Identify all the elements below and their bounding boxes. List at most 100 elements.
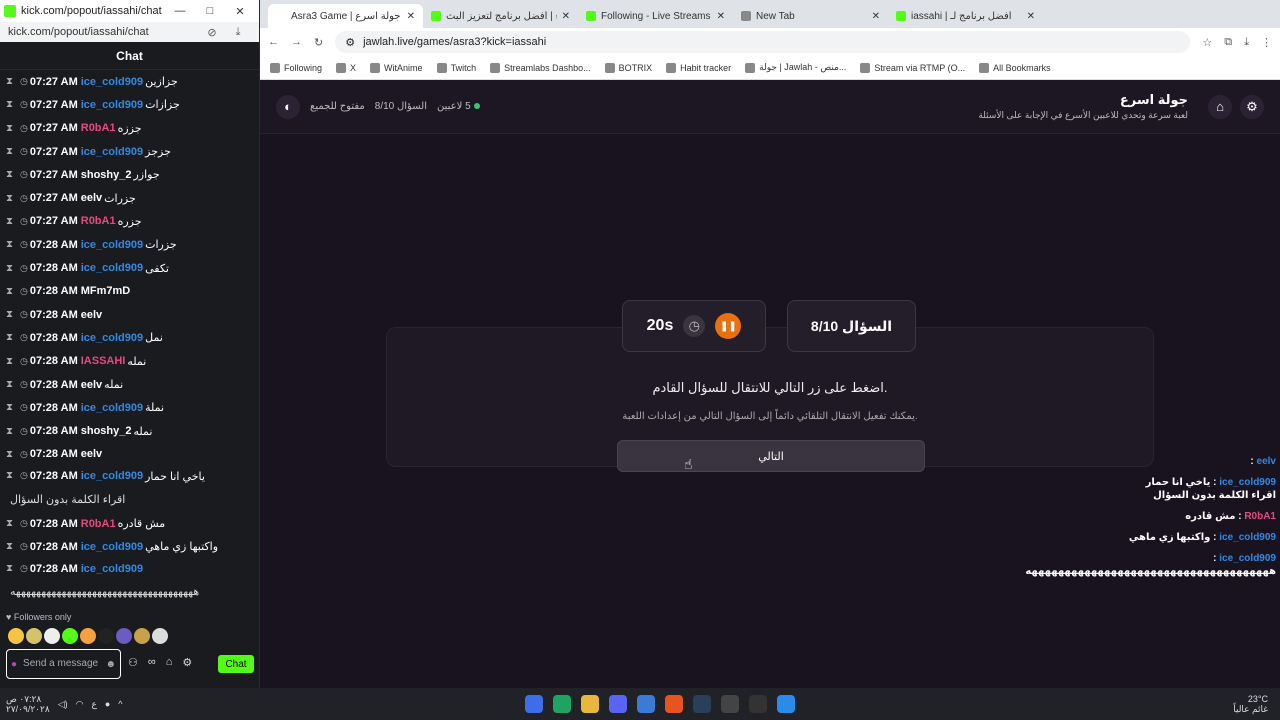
bookmark-item[interactable]: X <box>336 62 356 73</box>
maximize-button[interactable]: □ <box>195 5 225 17</box>
emote-4[interactable] <box>62 628 78 644</box>
people-icon[interactable]: ⚇ <box>128 656 138 669</box>
wifi-icon[interactable]: ◠ <box>76 699 84 710</box>
pin-icon[interactable]: ⧗ <box>6 239 20 250</box>
folder-icon[interactable] <box>581 695 599 713</box>
language-icon[interactable]: ع <box>91 699 96 710</box>
emote-3[interactable] <box>44 628 60 644</box>
pin-icon[interactable]: ⧗ <box>6 332 20 343</box>
infinity-icon[interactable]: ∞ <box>148 656 156 669</box>
bookmark-item[interactable]: All Bookmarks <box>979 62 1051 73</box>
emote-5[interactable] <box>80 628 96 644</box>
pin-icon[interactable]: ⧗ <box>6 402 20 413</box>
message-username[interactable]: IASSAHI <box>81 355 126 367</box>
chat-send-button[interactable]: Chat <box>218 655 254 673</box>
store-icon[interactable]: ⌂ <box>166 656 173 669</box>
message-username[interactable]: eelv <box>81 379 102 391</box>
pin-icon[interactable]: ⧗ <box>6 379 20 390</box>
tab-close-icon[interactable]: ✕ <box>562 11 570 22</box>
app-icon-1[interactable] <box>525 695 543 713</box>
menu-icon[interactable]: ⋮ <box>1261 36 1272 49</box>
pin-icon[interactable]: ⧗ <box>6 123 20 134</box>
steam-icon[interactable] <box>693 695 711 713</box>
next-button[interactable]: التالي <box>617 440 925 472</box>
bookmark-star-icon[interactable]: ☆ <box>1202 36 1212 49</box>
bookmark-item[interactable]: Streamlabs Dashbo... <box>490 62 591 73</box>
tab-close-icon[interactable]: ✕ <box>872 11 880 22</box>
emote-1[interactable] <box>8 628 24 644</box>
pin-icon[interactable]: ⧗ <box>6 169 20 180</box>
chat-input[interactable]: ● Send a message ☻ <box>6 649 121 679</box>
message-username[interactable]: ice_cold909 <box>81 239 143 251</box>
pin-icon[interactable]: ⧗ <box>6 563 20 574</box>
discord-icon[interactable] <box>609 695 627 713</box>
settings-icon[interactable]: ⚙ <box>182 656 192 669</box>
chevron-up-icon[interactable]: ^ <box>118 699 122 709</box>
bookmark-item[interactable]: WitAnime <box>370 62 423 73</box>
minimize-button[interactable]: — <box>165 5 195 17</box>
pin-icon[interactable]: ⧗ <box>6 356 20 367</box>
pin-icon[interactable]: ⧗ <box>6 193 20 204</box>
emote-7[interactable] <box>116 628 132 644</box>
forward-icon[interactable]: → <box>291 36 302 48</box>
app-icon-5[interactable] <box>637 695 655 713</box>
volume-icon[interactable]: ◁) <box>58 699 68 710</box>
message-username[interactable]: R0bA1 <box>81 215 116 227</box>
emoji-icon[interactable]: ☻ <box>105 659 116 670</box>
message-username[interactable]: shoshy_2 <box>81 425 132 437</box>
start-icon[interactable] <box>777 695 795 713</box>
browser-tab[interactable]: iassahi | أفضل برنامج لـ ✕ <box>888 4 1043 28</box>
emote-8[interactable] <box>134 628 150 644</box>
bookmark-item[interactable]: Stream via RTMP (O... <box>860 62 965 73</box>
close-button[interactable]: ✕ <box>225 5 255 18</box>
pin-icon[interactable]: ⧗ <box>6 76 20 87</box>
room-icon[interactable]: ◐ <box>276 94 300 119</box>
message-username[interactable]: MFm7mD <box>81 285 131 297</box>
message-username[interactable]: R0bA1 <box>81 518 116 530</box>
message-username[interactable]: R0bA1 <box>81 122 116 134</box>
message-username[interactable]: ice_cold909 <box>81 76 143 88</box>
message-username[interactable]: eelv <box>81 309 102 321</box>
message-username[interactable]: eelv <box>81 448 102 460</box>
browser-tab[interactable]: Asra3 Game | جولة اسرع ✕ <box>268 4 423 28</box>
download-icon[interactable]: ⤓ <box>225 26 251 39</box>
browser-tab[interactable]: New Tab ✕ <box>733 4 888 28</box>
message-username[interactable]: ice_cold909 <box>81 402 143 414</box>
message-username[interactable]: ice_cold909 <box>81 146 143 158</box>
bookmark-item[interactable]: Twitch <box>436 62 476 73</box>
pin-icon[interactable]: ⧗ <box>6 286 20 297</box>
address-field[interactable]: ⚙ jawlah.live/games/asra3?kick=iassahi <box>335 31 1191 53</box>
pin-icon[interactable]: ⧗ <box>6 541 20 552</box>
brave-icon[interactable] <box>665 695 683 713</box>
message-username[interactable]: ice_cold909 <box>81 99 143 111</box>
emote-9[interactable] <box>152 628 168 644</box>
pin-icon[interactable]: ⧗ <box>6 518 20 529</box>
gear-icon[interactable]: ⚙ <box>1240 94 1264 119</box>
emote-6[interactable] <box>98 628 114 644</box>
back-icon[interactable]: ← <box>268 36 279 48</box>
download-icon[interactable]: ⤓ <box>1244 36 1249 49</box>
app-icon-9[interactable] <box>749 695 767 713</box>
pin-icon[interactable]: ⧗ <box>6 146 20 157</box>
pin-icon[interactable]: ⧗ <box>6 470 20 481</box>
tab-close-icon[interactable]: ✕ <box>407 11 415 22</box>
bookmark-item[interactable]: BOTRIX <box>604 62 652 73</box>
pin-icon[interactable]: ⧗ <box>6 426 20 437</box>
microphone-icon[interactable]: ● <box>11 659 17 670</box>
emote-2[interactable] <box>26 628 42 644</box>
obs-icon[interactable] <box>721 695 739 713</box>
message-username[interactable]: eelv <box>81 192 102 204</box>
pin-icon[interactable]: ⧗ <box>6 99 20 110</box>
tab-close-icon[interactable]: ✕ <box>717 11 725 22</box>
pause-button[interactable]: ❚❚ <box>715 313 742 339</box>
message-username[interactable]: shoshy_2 <box>81 169 132 181</box>
message-username[interactable]: ice_cold909 <box>81 332 143 344</box>
eye-off-icon[interactable]: ⊘ <box>199 26 225 39</box>
message-username[interactable]: ice_cold909 <box>81 470 143 482</box>
message-username[interactable]: ice_cold909 <box>81 541 143 553</box>
browser-tab[interactable]: Following - Live Streams on Kick ✕ <box>578 4 733 28</box>
bookmark-item[interactable]: Following <box>270 62 322 73</box>
home-icon[interactable]: ⌂ <box>1208 94 1232 119</box>
reload-icon[interactable]: ↻ <box>314 36 323 49</box>
extensions-icon[interactable]: ⧉ <box>1224 36 1232 49</box>
